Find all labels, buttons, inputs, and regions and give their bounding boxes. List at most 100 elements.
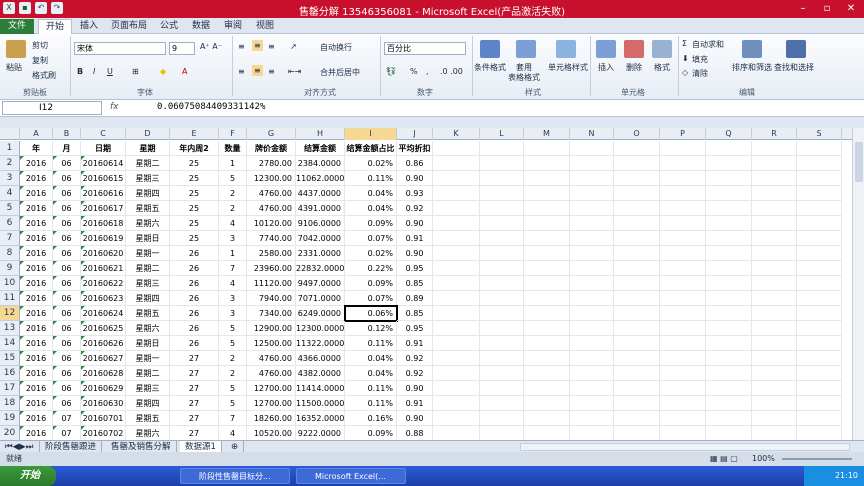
table-cell[interactable] [524, 261, 570, 276]
table-format-icon[interactable] [516, 40, 536, 58]
column-header[interactable]: G [247, 128, 296, 140]
table-cell[interactable] [570, 321, 614, 336]
table-cell[interactable]: 星期二 [126, 261, 170, 276]
table-cell[interactable]: 07 [53, 426, 81, 440]
row-header[interactable]: 5 [0, 201, 20, 216]
table-cell[interactable]: 20160617 [81, 201, 126, 216]
table-cell[interactable] [524, 381, 570, 396]
table-cell[interactable]: 12500.00 [247, 336, 296, 351]
column-header[interactable]: M [524, 128, 570, 140]
table-cell[interactable]: 5 [219, 381, 247, 396]
table-cell[interactable]: 06 [53, 201, 81, 216]
table-cell[interactable]: 20160622 [81, 276, 126, 291]
table-cell[interactable] [433, 426, 480, 440]
tab-view[interactable]: 视图 [250, 19, 280, 34]
table-cell[interactable] [752, 336, 797, 351]
table-cell[interactable] [570, 156, 614, 171]
column-header[interactable]: A [20, 128, 53, 140]
table-cell[interactable]: 星期三 [126, 171, 170, 186]
column-header[interactable]: C [81, 128, 126, 140]
table-cell[interactable]: 5 [219, 171, 247, 186]
column-header[interactable]: B [53, 128, 81, 140]
table-cell[interactable] [570, 276, 614, 291]
table-cell[interactable] [797, 231, 842, 246]
table-cell[interactable] [660, 411, 706, 426]
table-cell[interactable]: 06 [53, 216, 81, 231]
table-cell[interactable]: 06 [53, 306, 81, 321]
table-cell[interactable]: 0.92 [397, 366, 433, 381]
table-cell[interactable] [570, 246, 614, 261]
table-cell[interactable]: 星期五 [126, 306, 170, 321]
table-cell[interactable] [752, 186, 797, 201]
table-cell[interactable]: 27 [170, 366, 219, 381]
sort-filter-button[interactable]: 排序和筛选 [732, 62, 772, 73]
table-cell[interactable]: 06 [53, 396, 81, 411]
tab-page-layout[interactable]: 页面布局 [106, 19, 152, 34]
table-cell[interactable]: 星期四 [126, 396, 170, 411]
table-cell[interactable] [660, 156, 706, 171]
table-cell[interactable]: 06 [53, 186, 81, 201]
table-cell[interactable] [797, 366, 842, 381]
paste-button[interactable]: 粘贴 [6, 62, 22, 73]
table-cell[interactable]: 06 [53, 336, 81, 351]
taskbar-item-1[interactable]: 阶段性售罄目标分... [180, 468, 290, 484]
tab-review[interactable]: 审阅 [218, 19, 248, 34]
table-cell[interactable] [660, 201, 706, 216]
table-cell[interactable] [752, 411, 797, 426]
table-cell[interactable]: 20160626 [81, 336, 126, 351]
table-cell[interactable] [752, 216, 797, 231]
format-painter-button[interactable]: 格式刷 [32, 70, 56, 81]
table-cell[interactable]: 20160623 [81, 291, 126, 306]
table-cell[interactable] [706, 186, 752, 201]
vertical-scrollbar[interactable] [852, 128, 864, 440]
table-cell[interactable]: 16352.0000 [296, 411, 345, 426]
table-cell[interactable] [480, 426, 524, 440]
table-cell[interactable]: 20160616 [81, 186, 126, 201]
table-cell[interactable]: 星期六 [126, 321, 170, 336]
table-cell[interactable] [433, 246, 480, 261]
table-cell[interactable]: 26 [170, 246, 219, 261]
header-cell[interactable]: 结算金额 [296, 141, 345, 156]
table-cell[interactable]: 0.09% [345, 276, 397, 291]
table-cell[interactable]: 26 [170, 306, 219, 321]
table-cell[interactable]: 2016 [20, 186, 53, 201]
table-cell[interactable]: 0.04% [345, 366, 397, 381]
table-cell[interactable]: 23960.00 [247, 261, 296, 276]
table-cell[interactable]: 0.91 [397, 231, 433, 246]
table-cell[interactable] [570, 261, 614, 276]
table-cell[interactable] [524, 186, 570, 201]
table-cell[interactable] [797, 216, 842, 231]
table-cell[interactable] [797, 321, 842, 336]
table-cell[interactable]: 0.11% [345, 381, 397, 396]
table-cell[interactable] [706, 411, 752, 426]
table-cell[interactable]: 2780.00 [247, 156, 296, 171]
header-cell[interactable]: 数量 [219, 141, 247, 156]
table-cell[interactable] [614, 246, 660, 261]
minimize-button[interactable]: – [794, 2, 812, 15]
table-cell[interactable] [797, 156, 842, 171]
table-cell[interactable]: 0.85 [397, 276, 433, 291]
table-cell[interactable] [797, 246, 842, 261]
table-cell[interactable] [570, 231, 614, 246]
table-cell[interactable] [660, 261, 706, 276]
table-cell[interactable] [752, 291, 797, 306]
view-icons[interactable]: ▦ ▤ ▢ [710, 452, 738, 466]
table-cell[interactable]: 0.90 [397, 411, 433, 426]
table-cell[interactable] [524, 246, 570, 261]
table-cell[interactable] [480, 156, 524, 171]
delete-cells-icon[interactable] [624, 40, 644, 58]
cell-style-icon[interactable] [556, 40, 576, 58]
table-cell[interactable]: 2016 [20, 321, 53, 336]
table-cell[interactable] [706, 276, 752, 291]
header-cell[interactable]: 星期 [126, 141, 170, 156]
table-cell[interactable] [433, 291, 480, 306]
table-cell[interactable] [570, 381, 614, 396]
table-cell[interactable]: 20160627 [81, 351, 126, 366]
scroll-thumb[interactable] [855, 142, 863, 182]
table-cell[interactable] [614, 276, 660, 291]
table-cell[interactable]: 27 [170, 411, 219, 426]
table-cell[interactable]: 4 [219, 216, 247, 231]
table-cell[interactable] [614, 201, 660, 216]
table-cell[interactable] [660, 216, 706, 231]
tab-formulas[interactable]: 公式 [154, 19, 184, 34]
